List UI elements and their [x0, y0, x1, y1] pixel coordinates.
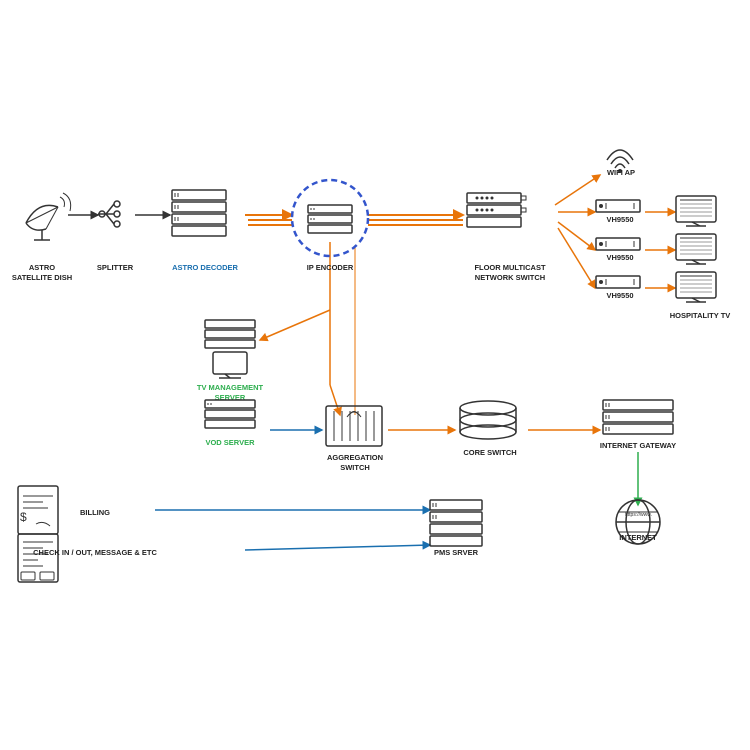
checkin-icon [18, 534, 58, 582]
tv-mgmt-label: TV MANAGEMENT [197, 383, 264, 392]
satellite-dish-icon [26, 193, 71, 240]
wifi-ap-label: WIFI AP [607, 168, 635, 177]
tv-2-icon [676, 234, 716, 264]
billing-label: BILLING [80, 508, 110, 517]
astro-decoder-icon [172, 190, 226, 236]
astro-decoder-label: ASTRO DECODER [172, 263, 238, 272]
core-switch-icon [460, 401, 516, 439]
billing-icon: $ [18, 486, 58, 534]
satellite-label: ASTRO [29, 263, 55, 272]
splitter-icon [98, 201, 120, 227]
ip-encoder-label: IP ENCODER [307, 263, 354, 272]
svg-text:SATELLITE DISH: SATELLITE DISH [12, 273, 72, 282]
internet-label: INTERNET [619, 533, 657, 542]
vh9550-1-icon [596, 200, 640, 212]
svg-text:NETWORK SWITCH: NETWORK SWITCH [475, 273, 545, 282]
aggregation-switch-icon [326, 406, 382, 446]
pms-server-label: PMS SRVER [434, 548, 479, 557]
splitter-label: SPLITTER [97, 263, 134, 272]
vh9550-2-label: VH9550 [606, 253, 633, 262]
pms-server-icon [430, 500, 482, 546]
vod-server-icon [205, 400, 255, 428]
checkin-label: CHECK IN / OUT, MESSAGE & ETC [33, 548, 157, 557]
internet-gateway-label: INTERNET GATEWAY [600, 441, 676, 450]
svg-text:SWITCH: SWITCH [340, 463, 370, 472]
aggregation-switch-label: AGGREGATION [327, 453, 383, 462]
core-switch-label: CORE SWITCH [463, 448, 516, 457]
floor-switch-label: FLOOR MULTICAST [474, 263, 546, 272]
svg-text:https://www.: https://www. [625, 512, 652, 518]
hospitality-tv-label: HOSPITALITY TV [670, 311, 731, 320]
tv-mgmt-server-icon [205, 320, 255, 378]
tv-1-icon [676, 196, 716, 226]
internet-gateway-icon [603, 400, 673, 434]
vh9550-2-icon [596, 238, 640, 250]
network-diagram: ASTRO SATELLITE DISH SPLITTER ASTRO DECO… [0, 0, 750, 750]
floor-switch-icon [467, 193, 526, 227]
vh9550-3-label: VH9550 [606, 291, 633, 300]
tv-3-icon [676, 272, 716, 302]
vod-server-label: VOD SERVER [205, 438, 255, 447]
svg-text:$: $ [20, 510, 27, 524]
vh9550-1-label: VH9550 [606, 215, 633, 224]
vh9550-3-icon [596, 276, 640, 288]
